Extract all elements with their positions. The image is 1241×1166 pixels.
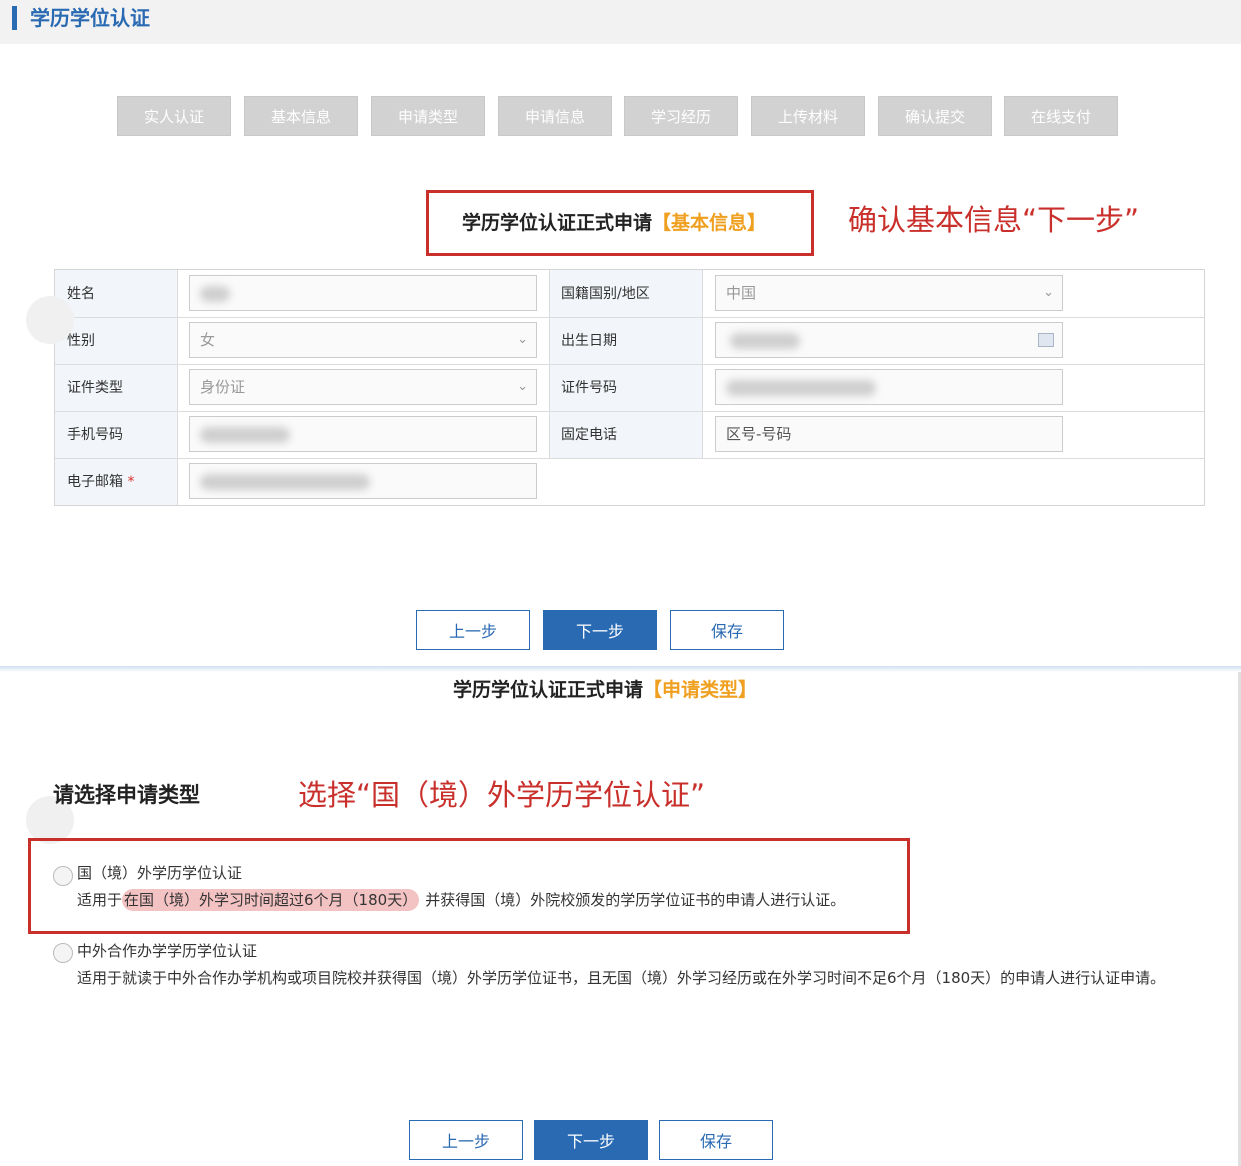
- id-type-select[interactable]: 身份证 ⌄: [189, 369, 537, 405]
- annotation-box-option: [28, 838, 910, 934]
- redacted-value: [200, 427, 290, 443]
- prev-button[interactable]: 上一步: [416, 610, 530, 650]
- step-application-type[interactable]: 申请类型: [371, 96, 485, 136]
- calendar-icon[interactable]: [1038, 333, 1054, 347]
- nationality-value: 中国: [726, 284, 757, 302]
- desc-prefix: 适用于: [77, 891, 123, 909]
- redacted-value: [730, 333, 800, 349]
- mobile-label: 手机号码: [67, 427, 123, 443]
- section-tag: 【申请类型】: [643, 679, 758, 701]
- chevron-down-icon: ⌄: [1043, 285, 1054, 300]
- step-online-payment[interactable]: 在线支付: [1004, 96, 1118, 136]
- landline-label: 固定电话: [561, 427, 617, 443]
- gender-label: 性别: [67, 333, 95, 349]
- gender-value: 女: [200, 331, 216, 349]
- page-header: [0, 0, 1241, 44]
- desc-suffix: 并获得国（境）外院校颁发的学历学位证书的申请人进行认证。: [425, 891, 846, 909]
- step-confirm-submit[interactable]: 确认提交: [878, 96, 992, 136]
- email-field[interactable]: [189, 463, 537, 499]
- divider: [177, 270, 178, 505]
- step-study-history[interactable]: 学习经历: [624, 96, 738, 136]
- mobile-field[interactable]: [189, 416, 537, 452]
- page-title: 学历学位认证: [30, 6, 150, 30]
- id-type-value: 身份证: [200, 378, 246, 396]
- section-title-text: 学历学位认证正式申请: [462, 212, 653, 234]
- option-joint-desc: 适用于就读于中外合作办学机构或项目院校并获得国（境）外学历学位证书，且无国（境）…: [77, 969, 1166, 987]
- nationality-label: 国籍国别/地区: [561, 286, 650, 302]
- section-divider: [0, 666, 1241, 672]
- step-application-info[interactable]: 申请信息: [498, 96, 612, 136]
- annotation-basic-info: 确认基本信息“下一步”: [848, 203, 1140, 237]
- id-number-label: 证件号码: [561, 380, 617, 396]
- step-upload-materials[interactable]: 上传材料: [751, 96, 865, 136]
- divider: [55, 411, 1204, 412]
- id-number-field[interactable]: [715, 369, 1063, 405]
- gender-select[interactable]: 女 ⌄: [189, 322, 537, 358]
- name-field[interactable]: [189, 275, 537, 311]
- birth-date-field[interactable]: [715, 322, 1063, 358]
- decorative-circle: [26, 296, 74, 344]
- email-label-text: 电子邮箱: [67, 474, 123, 490]
- step-real-person-auth[interactable]: 实人认证: [117, 96, 231, 136]
- prev-button-lower[interactable]: 上一步: [409, 1120, 523, 1160]
- step-basic-info[interactable]: 基本信息: [244, 96, 358, 136]
- option-joint-label[interactable]: 中外合作办学学历学位认证: [77, 940, 257, 962]
- name-label: 姓名: [67, 286, 95, 302]
- required-mark: *: [127, 474, 135, 490]
- save-button[interactable]: 保存: [670, 610, 784, 650]
- section-title-basic-info: 学历学位认证正式申请【基本信息】: [462, 210, 766, 236]
- save-button-lower[interactable]: 保存: [659, 1120, 773, 1160]
- section-title-application-type: 学历学位认证正式申请【申请类型】: [453, 677, 757, 703]
- option-joint-radio[interactable]: [53, 943, 73, 963]
- header-accent-bar: [12, 6, 17, 30]
- section-tag: 【基本信息】: [652, 212, 767, 234]
- next-button[interactable]: 下一步: [543, 610, 657, 650]
- birth-date-label: 出生日期: [561, 333, 617, 349]
- redacted-value: [726, 380, 876, 396]
- choose-type-heading: 请选择申请类型: [53, 783, 200, 807]
- option-foreign-label[interactable]: 国（境）外学历学位认证: [77, 862, 242, 884]
- redacted-value: [200, 474, 370, 490]
- id-type-label: 证件类型: [67, 380, 123, 396]
- nationality-select[interactable]: 中国 ⌄: [715, 275, 1063, 311]
- basic-info-form: 姓名 国籍国别/地区 中国 ⌄ 性别 女 ⌄ 出生日期 证件类型 身份证 ⌄ 证…: [54, 269, 1205, 506]
- redacted-value: [200, 286, 230, 302]
- divider: [55, 364, 1204, 365]
- chevron-down-icon: ⌄: [517, 332, 528, 347]
- desc-highlight: 在国（境）外学习时间超过6个月（180天）: [122, 889, 420, 911]
- landline-field[interactable]: 区号-号码: [715, 416, 1063, 452]
- divider: [55, 458, 1204, 459]
- email-label: 电子邮箱 *: [67, 472, 134, 492]
- divider: [55, 317, 1204, 318]
- option-foreign-radio[interactable]: [53, 866, 73, 886]
- chevron-down-icon: ⌄: [517, 379, 528, 394]
- option-foreign-desc: 适用于 在国（境）外学习时间超过6个月（180天） 并获得国（境）外院校颁发的学历学…: [77, 887, 845, 914]
- annotation-choose-type: 选择“国（境）外学历学位认证”: [298, 778, 706, 812]
- section-title-text: 学历学位认证正式申请: [453, 679, 644, 701]
- next-button-lower[interactable]: 下一步: [534, 1120, 648, 1160]
